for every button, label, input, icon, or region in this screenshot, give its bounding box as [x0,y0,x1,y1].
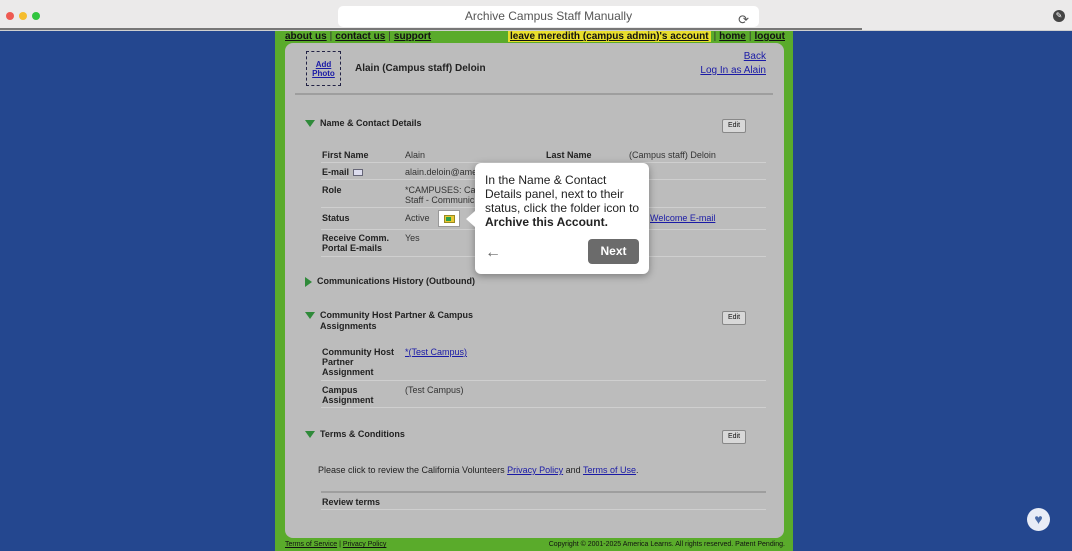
review-terms-label: Review terms [322,497,381,507]
reload-icon[interactable]: ⟳ [738,9,749,30]
home-link[interactable]: home [719,31,746,42]
terms-text: Please click to review the California Vo… [318,465,639,475]
status-value: Active [405,213,430,223]
footer-privacy-link[interactable]: Privacy Policy [343,541,387,548]
email-value: alain.deloin@ame [405,167,478,177]
logout-link[interactable]: logout [754,31,785,42]
page-title: Archive Campus Staff Manually [464,9,633,23]
campus-assignment-value: (Test Campus) [405,385,464,395]
campus-assignment-row: Campus Assignment (Test Campus) [321,381,766,408]
contact-card-icon[interactable] [353,169,364,177]
tooltip-bold-text: Archive this Account. [485,215,608,229]
host-assignment-link[interactable]: *(Test Campus) [405,347,467,357]
contact-us-link[interactable]: contact us [335,31,385,42]
about-us-link[interactable]: about us [285,31,327,42]
tooltip-instruction: In the Name & Contact Details panel, nex… [485,173,640,215]
add-photo-label-2: Photo [312,69,335,78]
role-value-1: *CAMPUSES: Ca [405,185,476,195]
leave-account-link[interactable]: leave meredith (campus admin)'s account [508,31,711,42]
review-terms-row[interactable]: Review terms [321,491,766,510]
section-name-contact[interactable]: Name & Contact Details [305,118,422,129]
close-window-button[interactable] [6,12,14,20]
extension-icon[interactable]: ✎ [1053,10,1065,22]
receive-label-2: Portal E-mails [322,243,383,253]
receive-label-1: Receive Comm. [322,233,390,243]
expanded-triangle-icon [305,431,315,438]
last-name-value: (Campus staff) Deloin [629,150,716,160]
host-label-1: Community Host [322,347,394,357]
welcome-email-link[interactable]: Welcome E-mail [650,213,715,223]
edit-contact-button[interactable]: Edit [722,119,746,133]
campus-label-2: Assignment [322,395,374,405]
top-navigation: about us | contact us | support leave meredi… [285,31,785,42]
page-frame: about us | contact us | support leave meredi… [275,31,793,551]
add-photo-button[interactable]: Add Photo [306,51,341,86]
profile-name: Alain (Campus staff) Deloin [355,63,486,74]
header-links: Back Log In as Alain [700,50,766,78]
guide-tooltip: In the Name & Contact Details panel, nex… [466,163,649,274]
section-assignments[interactable]: Community Host Partner & Campus Assignme… [305,310,485,332]
browser-chrome: Archive Campus Staff Manually ⟳ ✎ [0,0,1072,31]
terms-intro: Please click to review the California Vo… [318,465,505,475]
email-label: E-mail [322,167,350,177]
terms-period: . [636,465,639,475]
last-name-label: Last Name [546,150,592,160]
heart-icon[interactable]: ♥ [1027,508,1050,531]
edit-assignments-button[interactable]: Edit [722,311,746,325]
role-label: Role [322,185,342,195]
campus-label-1: Campus [322,385,358,395]
loading-progress-bar [0,28,862,30]
host-assignment-row: Community Host Partner Assignment *(Test… [321,343,766,381]
expanded-triangle-icon [305,312,315,319]
section-title: Community Host Partner & Campus Assignme… [320,310,474,331]
host-label-3: Assignment [322,367,374,377]
host-label-2: Partner [322,357,354,367]
archive-folder-icon[interactable] [438,210,460,227]
status-label: Status [322,213,350,223]
expanded-triangle-icon [305,120,315,127]
section-title: Name & Contact Details [320,118,422,128]
page-footer: Terms of Service | Privacy Policy Copyri… [285,541,785,548]
maximize-window-button[interactable] [32,12,40,20]
section-title: Communications History (Outbound) [317,276,475,286]
back-arrow-icon[interactable]: ← [485,244,501,262]
section-terms[interactable]: Terms & Conditions [305,429,405,440]
add-photo-label-1: Add [315,60,332,69]
login-as-link[interactable]: Log In as Alain [700,64,766,78]
minimize-window-button[interactable] [19,12,27,20]
privacy-policy-link[interactable]: Privacy Policy [507,465,563,475]
terms-and: and [565,465,581,475]
terms-of-service-link[interactable]: Terms of Service [285,541,337,548]
terms-of-use-link[interactable]: Terms of Use [583,465,636,475]
address-bar[interactable]: Archive Campus Staff Manually ⟳ [338,6,759,27]
section-communications[interactable]: Communications History (Outbound) [305,276,475,287]
header-divider [295,93,773,95]
first-name-value: Alain [405,150,426,160]
tooltip-text: In the Name & Contact Details panel, nex… [485,173,640,229]
next-button[interactable]: Next [588,239,639,264]
first-name-row: First Name Alain Last Name (Campus staff… [321,146,766,163]
role-value-2: Staff - Communic [405,195,475,205]
first-name-label: First Name [322,150,369,160]
edit-terms-button[interactable]: Edit [722,430,746,444]
back-link[interactable]: Back [700,50,766,64]
collapsed-triangle-icon [305,277,312,287]
profile-panel: Add Photo Alain (Campus staff) Deloin Ba… [285,43,784,538]
copyright-text: Copyright © 2001-2025 America Learns. Al… [548,541,785,548]
section-title: Terms & Conditions [320,429,405,439]
support-link[interactable]: support [394,31,431,42]
window-controls [6,12,40,20]
receive-value: Yes [405,233,420,243]
